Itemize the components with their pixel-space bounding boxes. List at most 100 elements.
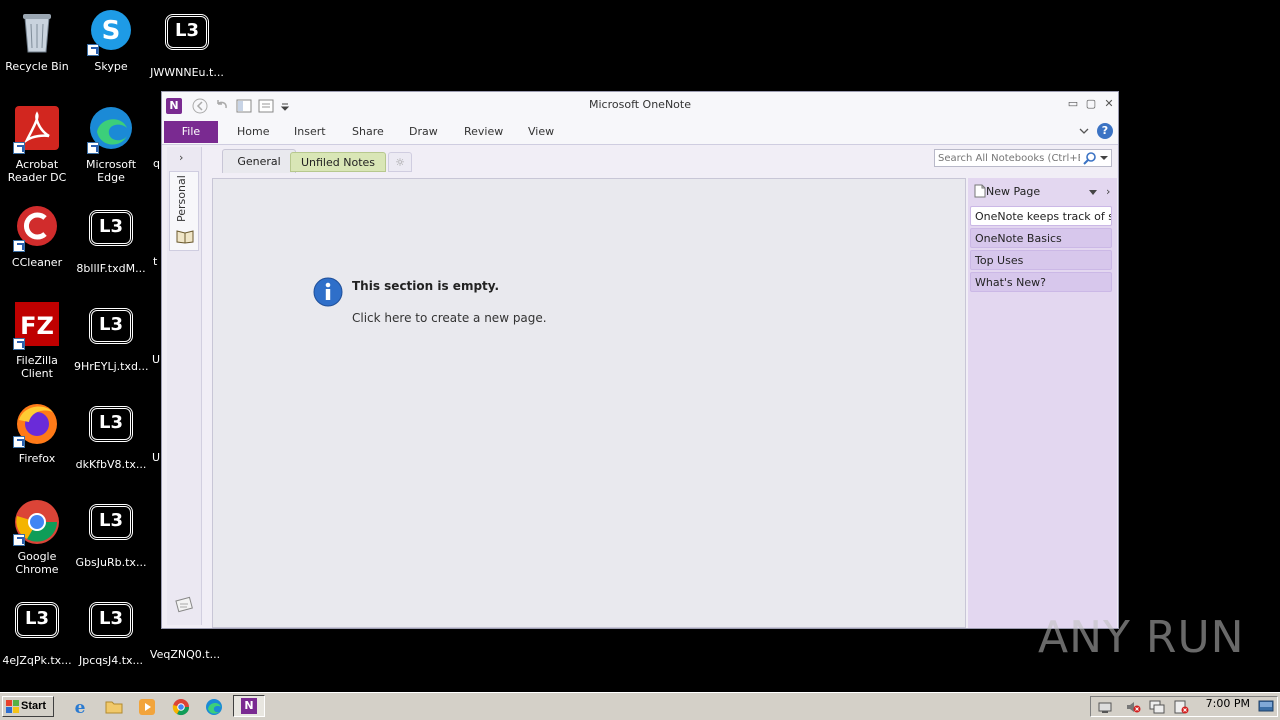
desktop-icon-file[interactable]: L3 JpcqsJ4.tx... [74, 596, 148, 667]
desktop-icon-label: CCleaner [11, 256, 63, 269]
page-tab[interactable]: Top Uses [970, 250, 1112, 270]
lb3-file-icon: L3 [87, 504, 135, 552]
tab-file[interactable]: File [164, 121, 218, 143]
page-tab[interactable]: OneNote keeps track of st [970, 206, 1112, 226]
desktop-icon-skype[interactable]: S Skype [74, 8, 148, 73]
network-icon[interactable] [1097, 700, 1113, 714]
desktop-icon-file[interactable]: L3 GbsJuRb.tx... [74, 498, 148, 569]
minimize-button[interactable]: ▭ [1066, 98, 1080, 110]
tab-share[interactable]: Share [352, 125, 384, 138]
recycle-bin-icon [13, 8, 61, 56]
help-icon[interactable]: ? [1097, 123, 1113, 139]
skype-icon: S [87, 8, 135, 56]
notebook-personal[interactable]: Personal [169, 171, 199, 251]
desktop-icon-filezilla[interactable]: FZ FileZilla Client [0, 302, 74, 380]
filezilla-icon: FZ [13, 302, 61, 350]
partial-desktop-label: q [153, 157, 160, 170]
tab-view[interactable]: View [528, 125, 554, 138]
new-page-dropdown-icon[interactable] [1088, 187, 1098, 195]
desktop-icon-label: JWWNNEu.t... [150, 66, 224, 79]
expand-navigation-icon[interactable]: › [179, 151, 183, 164]
desktop-icon-label: GbsJuRb.tx... [75, 556, 147, 569]
volume-muted-icon[interactable] [1125, 700, 1141, 714]
collapse-page-tabs-icon[interactable]: › [1106, 185, 1110, 198]
desktop-icon-label: JpcqsJ4.tx... [78, 654, 144, 667]
svg-text:S: S [102, 16, 121, 46]
desktop-icon-label: 9HrEYLj.txd... [74, 360, 149, 373]
search-input[interactable] [936, 150, 1082, 166]
search-icon[interactable] [1083, 151, 1097, 165]
desktop-icon-edge[interactable]: Microsoft Edge [74, 106, 148, 184]
desktop-icon-file[interactable]: L3 4eJZqPk.tx... [0, 596, 74, 667]
page-canvas[interactable]: This section is empty. Click here to cre… [212, 178, 966, 628]
show-desktop-icon[interactable] [1258, 700, 1274, 712]
display-icon[interactable] [1149, 700, 1165, 714]
desktop-icon-firefox[interactable]: Firefox [0, 400, 74, 465]
tab-draw[interactable]: Draw [409, 125, 438, 138]
desktop-icon-file[interactable]: L3 JWWNNEu.t... [150, 8, 224, 79]
anyrun-watermark: ANY RUN [1038, 612, 1244, 672]
desktop-icon-file[interactable]: L3 8bllIF.txdM... [74, 204, 148, 275]
onenote-window: N Microsoft OneNote ▭ ▢ ✕ File Home Inse… [161, 91, 1119, 629]
close-button[interactable]: ✕ [1102, 98, 1116, 110]
quick-notes-icon[interactable] [175, 595, 195, 613]
window-title: Microsoft OneNote [589, 98, 691, 111]
edge-icon [87, 106, 135, 154]
maximize-button[interactable]: ▢ [1084, 98, 1098, 110]
lb3-file-icon: L3 [13, 602, 61, 650]
taskbar-clock[interactable]: 7:00 PM [1206, 697, 1250, 710]
chrome-icon [13, 498, 61, 546]
firefox-icon [13, 400, 61, 448]
notebook-label: Personal [175, 175, 188, 222]
shortcut-arrow-icon [13, 338, 25, 350]
desktop-icon-label: dkKfbV8.tx... [75, 458, 147, 471]
desktop-icon-recycle-bin[interactable]: Recycle Bin [0, 8, 74, 73]
search-scope-dropdown-icon[interactable] [1099, 152, 1109, 164]
desktop-icon-ccleaner[interactable]: CCleaner [0, 204, 74, 269]
new-page-button[interactable]: New Page › [972, 182, 1122, 202]
ribbon-tabs: File Home Insert Share Draw Review View … [162, 120, 1118, 145]
search-box[interactable] [934, 149, 1112, 167]
desktop-icon-label: Firefox [18, 452, 56, 465]
desktop-icon-label: Microsoft Edge [85, 158, 137, 184]
shortcut-arrow-icon [87, 44, 99, 56]
shortcut-arrow-icon [13, 142, 25, 154]
desktop-icon-chrome[interactable]: Google Chrome [0, 498, 74, 576]
new-page-icon [974, 184, 986, 198]
section-tab-unfiled-notes[interactable]: Unfiled Notes [290, 152, 386, 172]
shortcut-arrow-icon [13, 240, 25, 252]
desktop-icon-file[interactable]: L3 dkKfbV8.tx... [74, 400, 148, 471]
tab-insert[interactable]: Insert [294, 125, 326, 138]
lb3-file-icon: L3 [163, 14, 211, 62]
ccleaner-icon [13, 204, 61, 252]
file-explorer-icon[interactable] [105, 698, 123, 716]
page-tab[interactable]: OneNote Basics [970, 228, 1112, 248]
media-player-icon[interactable] [138, 698, 156, 716]
info-icon [313, 277, 343, 307]
create-new-page-link[interactable]: Click here to create a new page. [352, 311, 547, 325]
start-button[interactable]: Start [2, 696, 54, 717]
desktop-icon-label: Skype [94, 60, 128, 73]
empty-section-heading: This section is empty. [352, 279, 500, 293]
desktop-icon-acrobat[interactable]: Acrobat Reader DC [0, 106, 74, 184]
section-tab-general[interactable]: General [222, 149, 296, 173]
tab-review[interactable]: Review [464, 125, 503, 138]
new-section-icon[interactable]: ☼ [388, 152, 412, 172]
expand-ribbon-icon[interactable] [1078, 125, 1090, 137]
tab-home[interactable]: Home [237, 125, 269, 138]
internet-explorer-icon[interactable]: e [71, 698, 89, 718]
page-tab[interactable]: What's New? [970, 272, 1112, 292]
page-tabs-pane: New Page › OneNote keeps track of st One… [968, 178, 1117, 628]
action-center-alert-icon[interactable] [1173, 700, 1189, 714]
lb3-file-icon: L3 [87, 308, 135, 356]
svg-text:e: e [75, 698, 86, 716]
lb3-file-icon: L3 [87, 210, 135, 258]
onenote-taskbar-icon: N [241, 698, 257, 714]
partial-desktop-label: t [153, 255, 158, 268]
desktop-icon-file[interactable]: L3 9HrEYLj.txd... [74, 302, 148, 373]
edge-taskbar-icon[interactable] [205, 698, 223, 716]
desktop-icon-label: 4eJZqPk.tx... [2, 654, 72, 667]
chrome-taskbar-icon[interactable] [172, 698, 190, 716]
shortcut-arrow-icon [13, 436, 25, 448]
onenote-taskbar-button[interactable]: N [233, 695, 265, 717]
